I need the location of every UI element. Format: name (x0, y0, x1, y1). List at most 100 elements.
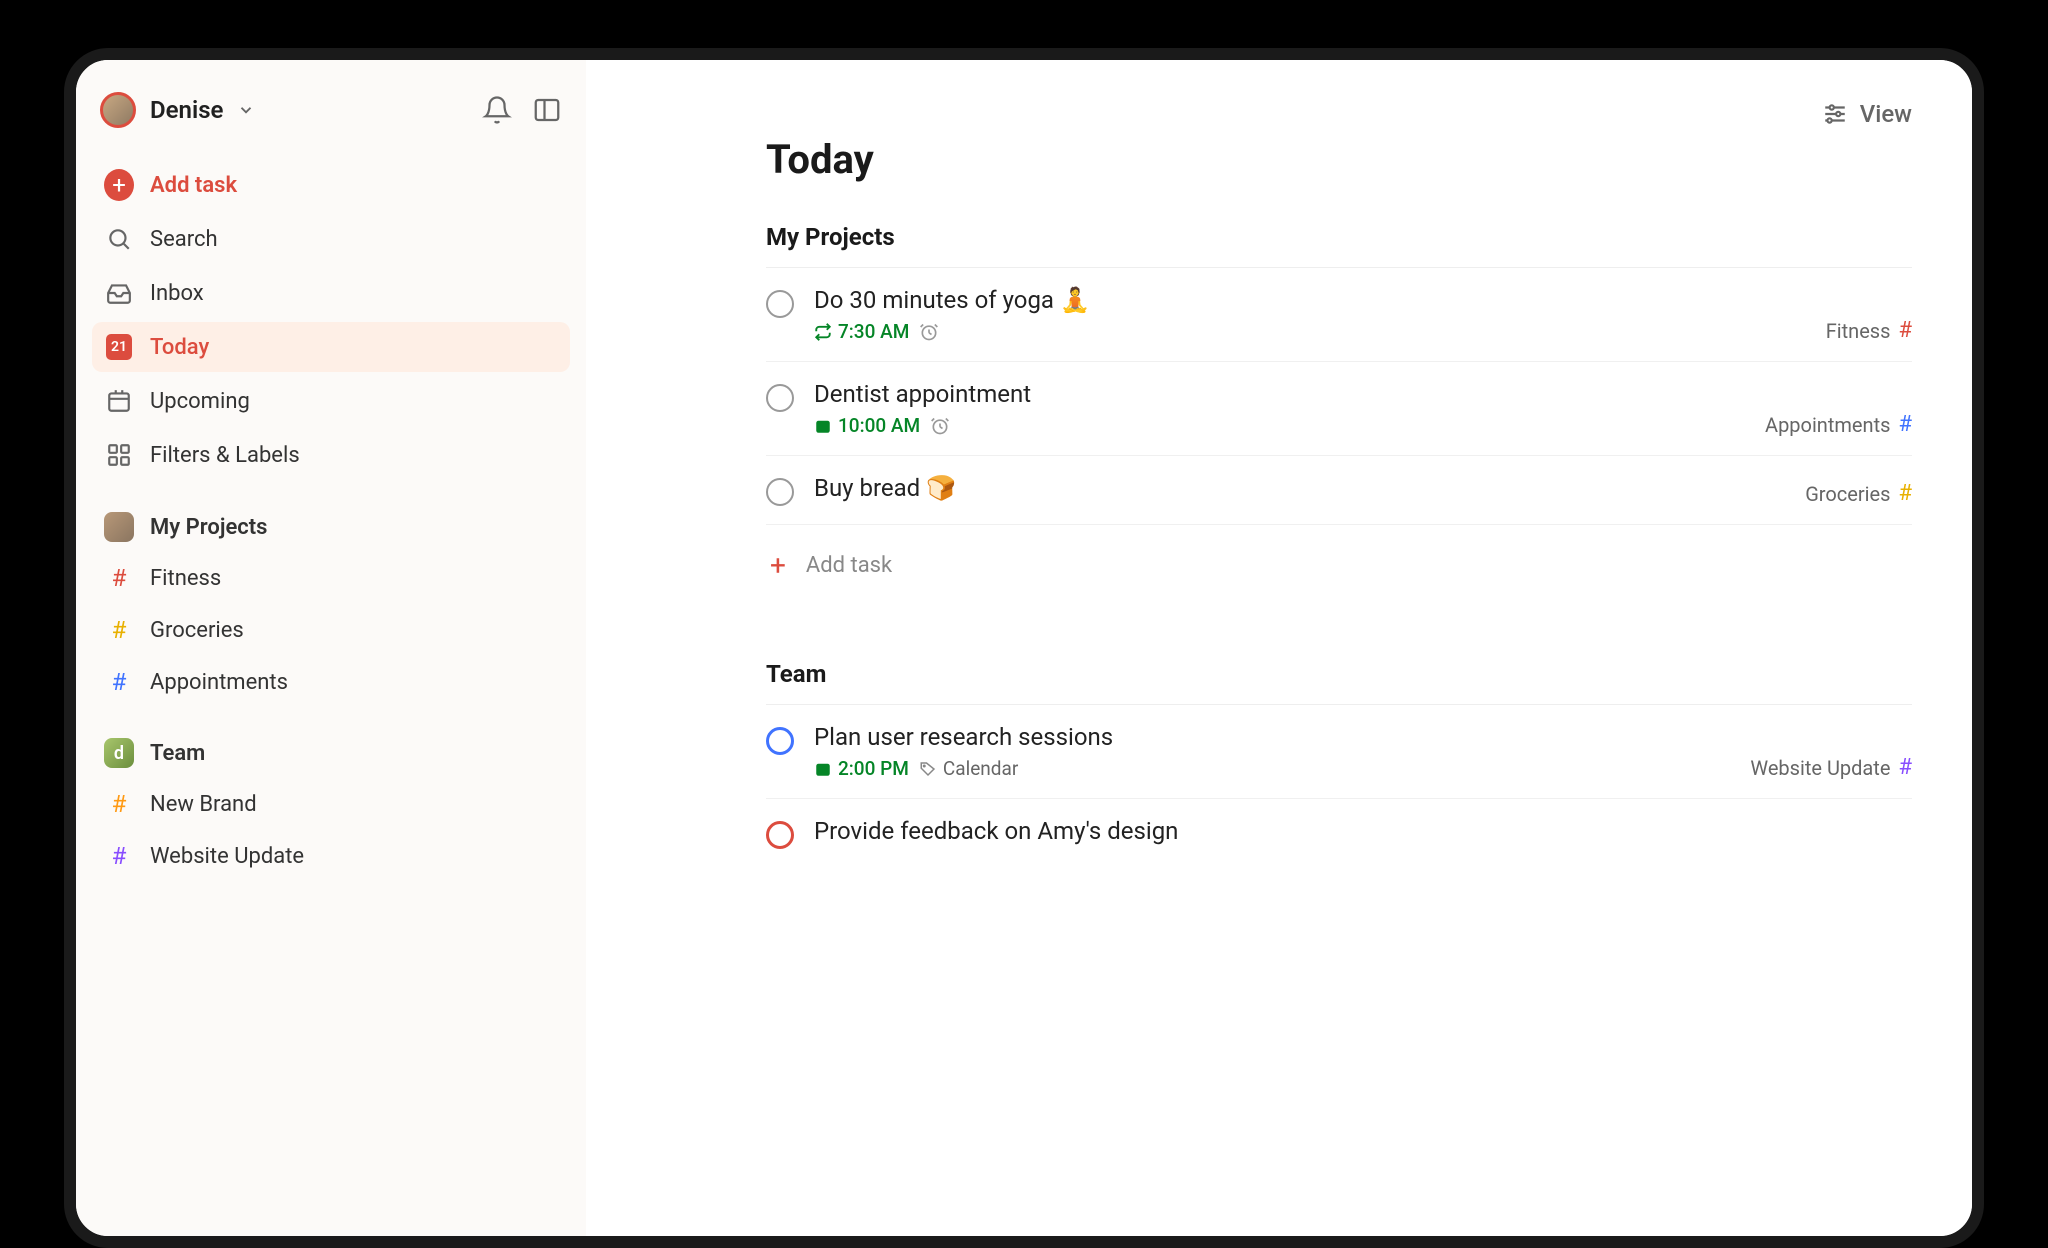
main-content: View Today My Projects Do 30 minutes of … (586, 60, 1972, 1236)
task-title: Buy bread 🍞 (814, 474, 1912, 502)
nav-label: Filters & Labels (150, 443, 300, 468)
task-row[interactable]: Plan user research sessions 2:00 PM Cale… (766, 705, 1912, 799)
calendar-chip-icon (814, 760, 832, 778)
user-avatar (100, 92, 136, 128)
project-appointments[interactable]: # Appointments (92, 658, 570, 706)
nav-label: Upcoming (150, 389, 250, 414)
task-time-text: 2:00 PM (838, 757, 909, 780)
add-task-inline[interactable]: + Add task (766, 525, 1912, 630)
plus-circle-icon: + (104, 170, 134, 200)
sliders-icon (1822, 101, 1848, 127)
grid-icon (104, 440, 134, 470)
nav-upcoming[interactable]: Upcoming (92, 376, 570, 426)
add-task-button[interactable]: + Add task (92, 160, 570, 210)
task-row[interactable]: Provide feedback on Amy's design (766, 799, 1912, 867)
task-time: 7:30 AM (814, 320, 909, 343)
task-project-label: Website Update (1750, 756, 1890, 780)
view-button[interactable]: View (1822, 100, 1912, 128)
section-title: Team (150, 741, 205, 766)
calendar-tag: Calendar (919, 757, 1018, 780)
section-header-team[interactable]: d Team (92, 710, 570, 776)
task-project-tag[interactable]: Fitness # (1826, 318, 1912, 343)
task-title: Provide feedback on Amy's design (814, 817, 1912, 845)
task-time-text: 10:00 AM (838, 414, 920, 437)
task-body: Provide feedback on Amy's design (814, 817, 1912, 845)
add-task-inline-label: Add task (806, 553, 892, 578)
task-project-tag[interactable]: Groceries # (1805, 481, 1912, 506)
task-project-tag[interactable]: Website Update # (1750, 755, 1912, 780)
hash-icon: # (104, 564, 134, 592)
workspace-avatar (104, 512, 134, 542)
calendar-chip-icon (814, 417, 832, 435)
task-row[interactable]: Buy bread 🍞 Groceries # (766, 456, 1912, 525)
plus-icon: + (770, 549, 786, 582)
app-window: Denise + Add task Search (64, 48, 1984, 1248)
task-project-label: Groceries (1805, 482, 1890, 506)
task-group-team: Team Plan user research sessions 2:00 PM… (766, 660, 1912, 867)
task-row[interactable]: Dentist appointment 10:00 AM Appointment… (766, 362, 1912, 456)
project-new-brand[interactable]: # New Brand (92, 780, 570, 828)
project-label: Fitness (150, 566, 221, 591)
task-checkbox[interactable] (766, 384, 794, 412)
task-checkbox[interactable] (766, 478, 794, 506)
hash-icon: # (1898, 755, 1912, 780)
team-avatar: d (104, 738, 134, 768)
nav-label: Today (150, 335, 209, 360)
project-groceries[interactable]: # Groceries (92, 606, 570, 654)
task-checkbox[interactable] (766, 290, 794, 318)
task-time: 10:00 AM (814, 414, 920, 437)
search-icon (104, 224, 134, 254)
task-body: Buy bread 🍞 (814, 474, 1912, 502)
sidebar-header: Denise (92, 84, 570, 156)
sidebar-header-actions (482, 95, 562, 125)
user-menu[interactable]: Denise (100, 92, 255, 128)
project-website-update[interactable]: # Website Update (92, 832, 570, 880)
user-name: Denise (150, 96, 223, 124)
task-project-tag[interactable]: Appointments # (1765, 412, 1912, 437)
project-label: Groceries (150, 618, 244, 643)
task-group-my-projects: My Projects Do 30 minutes of yoga 🧘 7:30… (766, 223, 1912, 630)
hash-icon: # (104, 668, 134, 696)
nav-search[interactable]: Search (92, 214, 570, 264)
section-title: My Projects (150, 515, 267, 540)
task-body: Dentist appointment 10:00 AM (814, 380, 1912, 437)
task-row[interactable]: Do 30 minutes of yoga 🧘 7:30 AM Fitness … (766, 268, 1912, 362)
section-header-my-projects[interactable]: My Projects (92, 484, 570, 550)
alarm-icon (930, 416, 950, 436)
task-time-text: 7:30 AM (838, 320, 909, 343)
team-avatar-letter: d (114, 743, 124, 764)
nav-label: Search (150, 227, 218, 252)
task-time: 2:00 PM (814, 757, 909, 780)
panel-toggle-icon[interactable] (532, 95, 562, 125)
nav-today[interactable]: 21 Today (92, 322, 570, 372)
calendar-tag-text: Calendar (943, 757, 1018, 780)
nav-label: Inbox (150, 281, 204, 306)
task-meta: 10:00 AM (814, 414, 1912, 437)
hash-icon: # (1898, 412, 1912, 437)
chevron-down-icon (237, 101, 255, 119)
alarm-icon (919, 322, 939, 342)
add-task-label: Add task (150, 173, 237, 198)
task-body: Plan user research sessions 2:00 PM Cale… (814, 723, 1912, 780)
hash-icon: # (104, 790, 134, 818)
task-title: Do 30 minutes of yoga 🧘 (814, 286, 1912, 314)
repeat-icon (814, 323, 832, 341)
nav-inbox[interactable]: Inbox (92, 268, 570, 318)
hash-icon: # (104, 616, 134, 644)
hash-icon: # (1898, 318, 1912, 343)
task-checkbox[interactable] (766, 821, 794, 849)
task-project-label: Appointments (1765, 413, 1890, 437)
task-title: Plan user research sessions (814, 723, 1912, 751)
task-checkbox[interactable] (766, 727, 794, 755)
task-body: Do 30 minutes of yoga 🧘 7:30 AM (814, 286, 1912, 343)
view-button-label: View (1860, 100, 1912, 128)
bell-icon[interactable] (482, 95, 512, 125)
project-label: Website Update (150, 844, 304, 869)
group-title: My Projects (766, 223, 1912, 268)
task-meta: 7:30 AM (814, 320, 1912, 343)
group-title: Team (766, 660, 1912, 705)
project-fitness[interactable]: # Fitness (92, 554, 570, 602)
nav-filters[interactable]: Filters & Labels (92, 430, 570, 480)
tag-icon (919, 760, 937, 778)
hash-icon: # (1898, 481, 1912, 506)
